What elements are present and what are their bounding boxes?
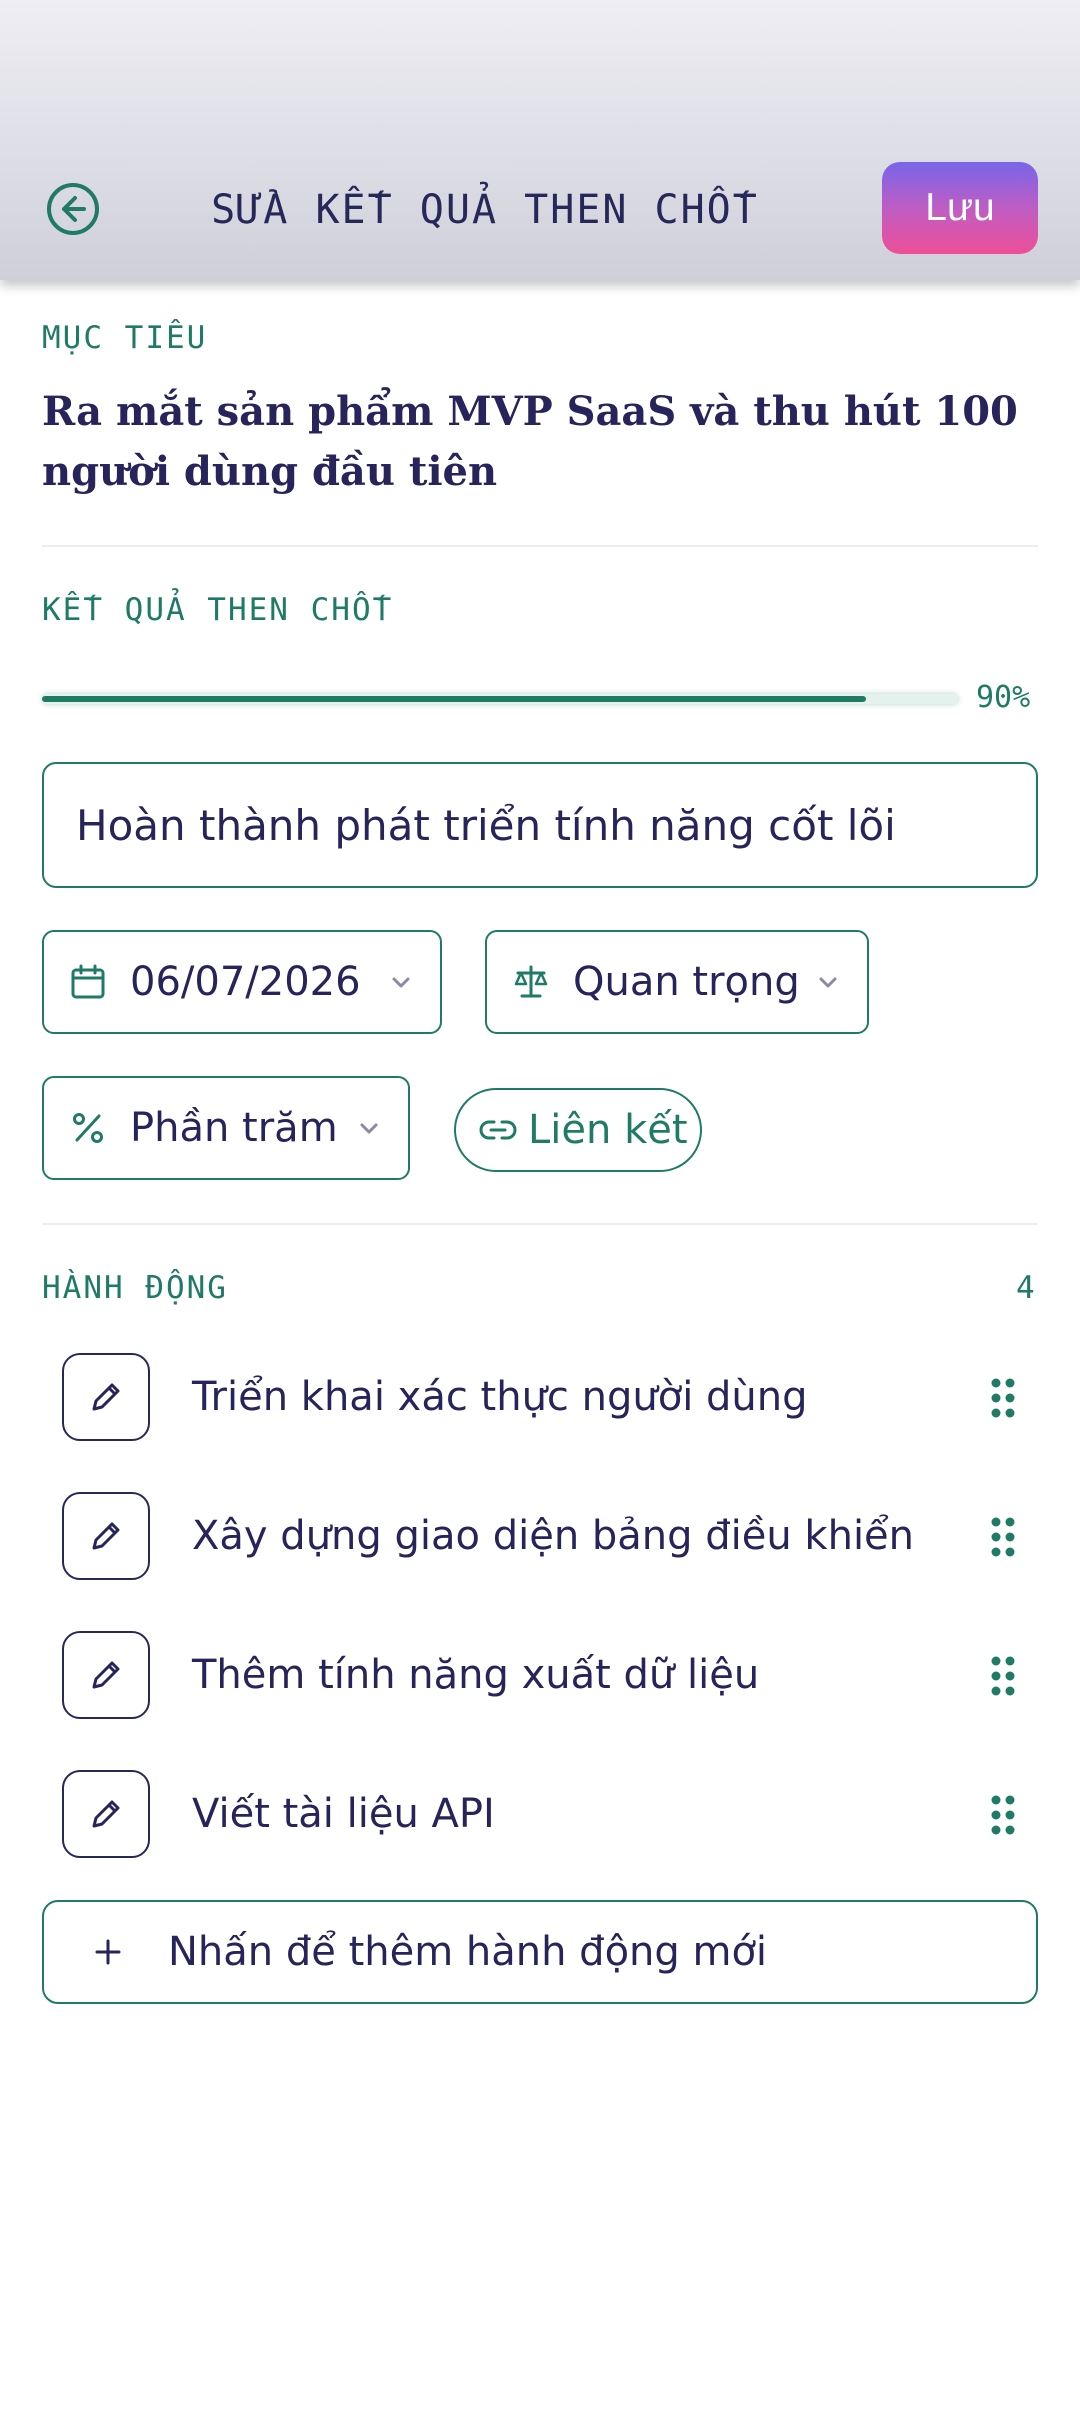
due-date-value: 06/07/2026 [130,959,361,1005]
action-item: Thêm tính năng xuất dữ liệu [42,1619,1038,1731]
objective-title: Ra mắt sản phẩm MVP SaaS và thu hút 100 … [42,388,1018,495]
priority-dropdown[interactable]: Quan trọng [485,930,869,1034]
action-label: Triển khai xác thực người dùng [192,1374,808,1420]
back-button[interactable] [40,176,106,242]
key-result-title-input[interactable]: Hoàn thành phát triển tính năng cốt lõi [42,762,1038,888]
actions-section-label: HÀNH ĐỘNG [42,1270,228,1306]
app-bar: SỬA KẾT QUẢ THEN CHỐT Lưu [0,0,1080,280]
drag-handle-icon[interactable] [988,1516,1018,1558]
edit-action-button[interactable] [62,1353,150,1441]
calendar-icon [68,962,108,1002]
link-icon [478,1110,518,1150]
add-action-label: Nhấn để thêm hành động mới [168,1929,768,1975]
edit-action-button[interactable] [62,1770,150,1858]
back-arrow-circle-icon [47,183,99,235]
pencil-icon [92,1522,120,1550]
due-date-dropdown[interactable]: 06/07/2026 [42,930,442,1034]
action-label: Viết tài liệu API [192,1791,495,1837]
actions-count: 4 [1016,1270,1035,1306]
key-result-title-value: Hoàn thành phát triển tính năng cốt lõi [76,800,896,850]
edit-action-button[interactable] [62,1492,150,1580]
pencil-icon [92,1383,120,1411]
divider [42,1223,1038,1225]
action-item: Viết tài liệu API [42,1758,1038,1870]
drag-handle-icon[interactable] [988,1377,1018,1419]
plus-icon [88,1932,128,1972]
add-action-button[interactable]: Nhấn để thêm hành động mới [42,1900,1038,2004]
measure-type-value: Phần trăm [130,1105,338,1151]
pencil-icon [92,1800,120,1828]
priority-value: Quan trọng [573,959,800,1005]
save-button[interactable]: Lưu [882,162,1038,254]
chevron-down-icon [813,967,843,997]
action-item: Xây dựng giao diện bảng điều khiển [42,1480,1038,1592]
progress-percentage: 90% [976,680,1031,715]
scale-icon [511,962,551,1002]
percent-icon [68,1108,108,1148]
page-title: SỬA KẾT QUẢ THEN CHỐT [211,187,759,233]
measure-type-dropdown[interactable]: Phần trăm [42,1076,410,1180]
divider [42,545,1038,547]
link-label: Liên kết [528,1107,688,1153]
pencil-icon [92,1661,120,1689]
action-item: Triển khai xác thực người dùng [42,1341,1038,1453]
progress-bar [42,694,958,704]
progress-fill [42,696,867,702]
chevron-down-icon [386,967,416,997]
key-result-section-label: KẾT QUẢ THEN CHỐT [42,592,394,628]
edit-action-button[interactable] [62,1631,150,1719]
action-label: Xây dựng giao diện bảng điều khiển [192,1513,915,1559]
drag-handle-icon[interactable] [988,1794,1018,1836]
drag-handle-icon[interactable] [988,1655,1018,1697]
chevron-down-icon [354,1113,384,1143]
link-button[interactable]: Liên kết [454,1088,702,1172]
action-label: Thêm tính năng xuất dữ liệu [192,1652,760,1698]
objective-section-label: MỤC TIÊU [42,320,208,356]
